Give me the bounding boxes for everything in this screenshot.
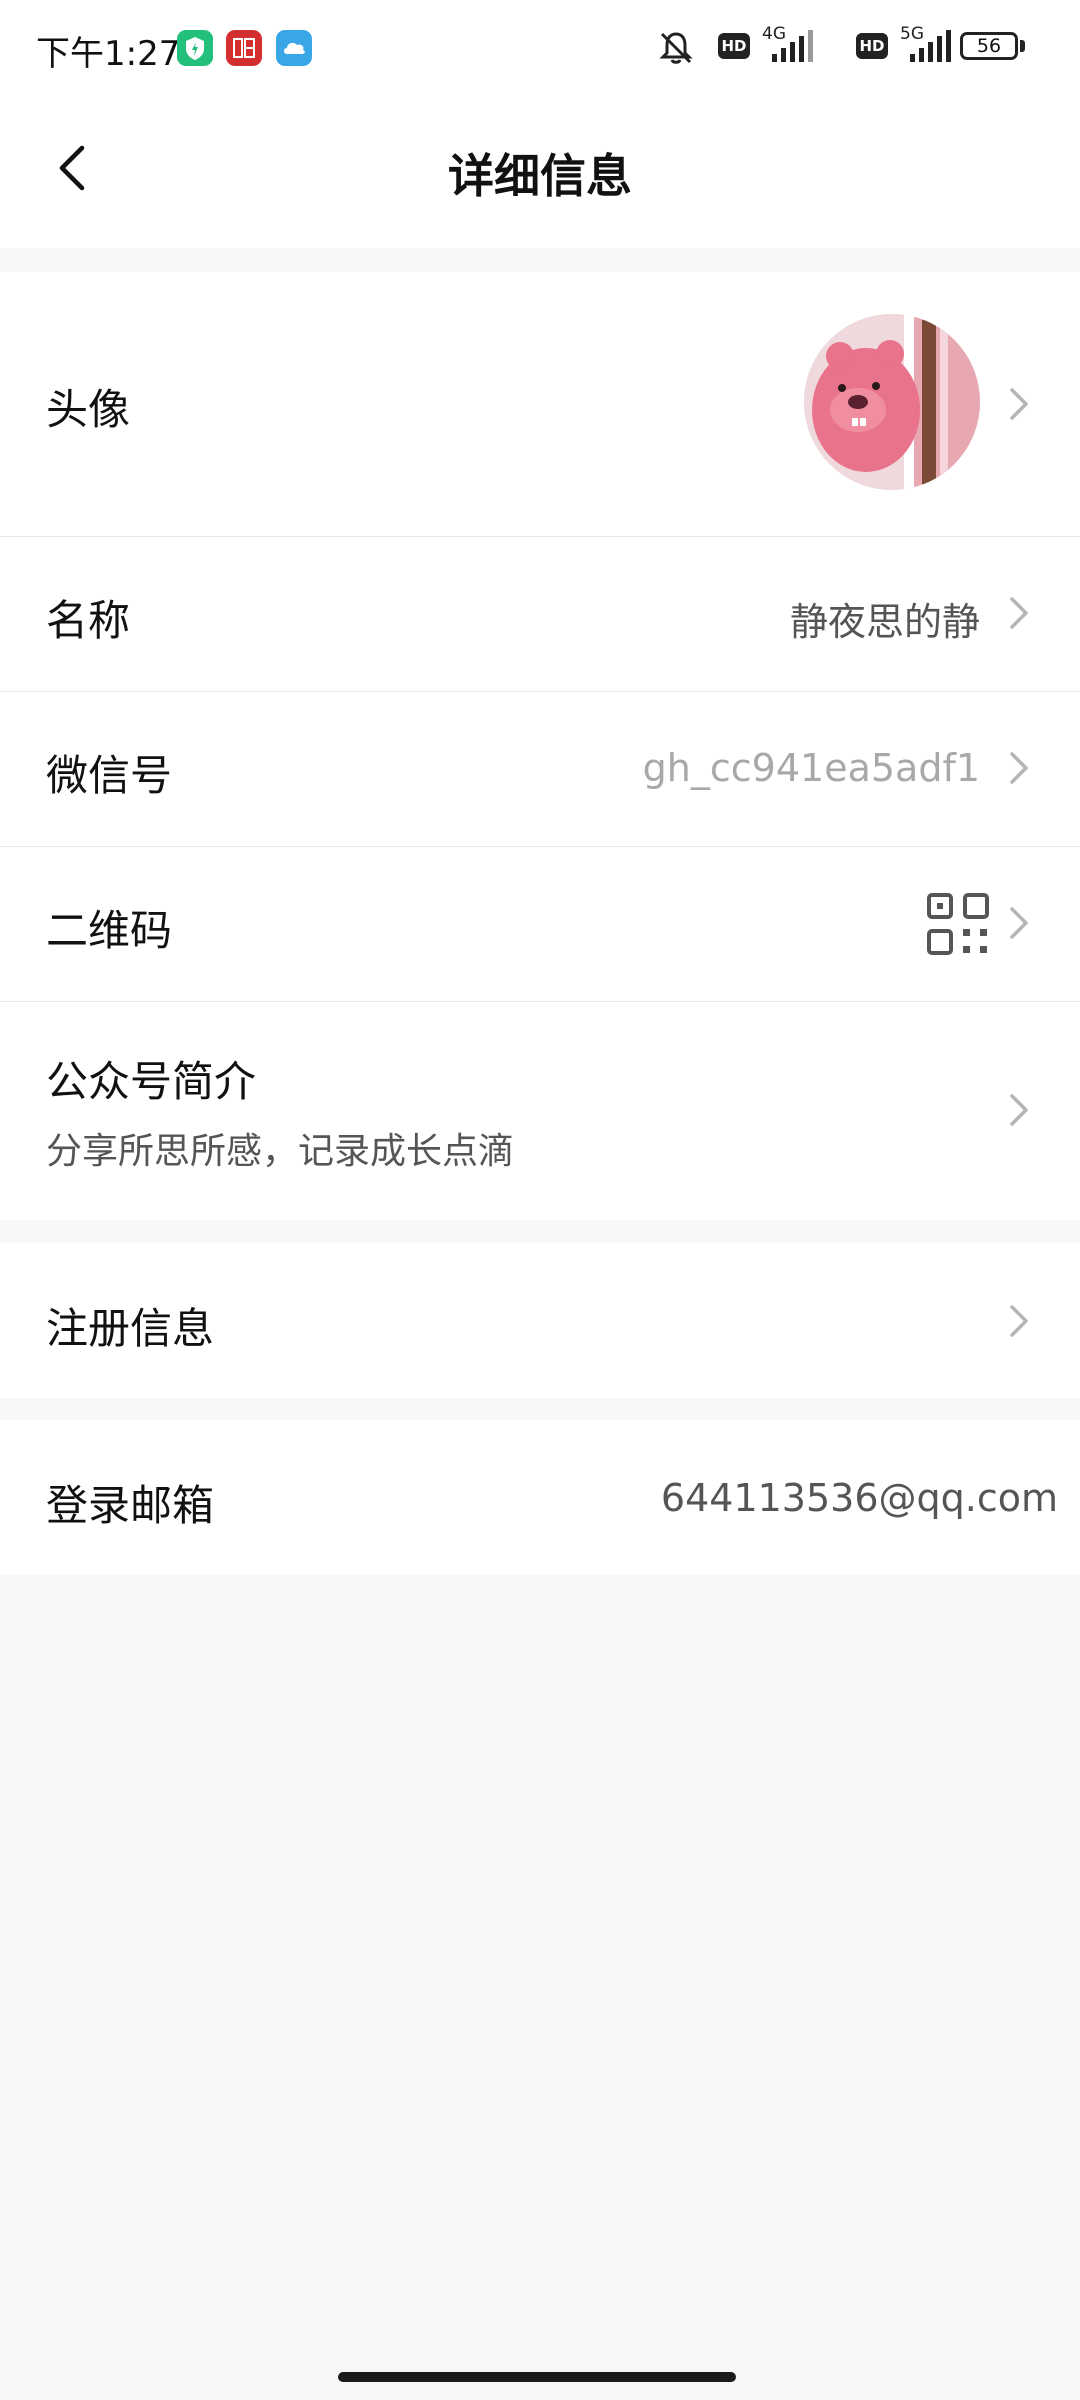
chevron-right-icon [1010,1094,1028,1126]
qr-code-icon [927,893,989,955]
page-title: 详细信息 [448,149,632,203]
red-app-icon [226,30,262,66]
wechat-id-value: gh_cc941ea5adf1 [642,746,980,790]
battery-level: 56 [976,35,1002,57]
register-info-section: 注册信息 [0,1243,1080,1398]
profile-info-section: 头像 名称 静夜思的静 微信号 gh_cc941ea5adf1 二维码 公众号简… [0,272,1080,1220]
chevron-right-icon [1010,907,1028,939]
chevron-right-icon [1010,388,1028,420]
home-indicator[interactable] [338,2372,736,2382]
name-label: 名称 [46,596,131,645]
status-bar: 下午1:27 HD 4G HD 5G 56 [0,0,1080,96]
chevron-right-icon [1010,597,1028,629]
login-email-label: 登录邮箱 [46,1481,215,1530]
avatar-row[interactable]: 头像 [0,272,1080,536]
name-row[interactable]: 名称 静夜思的静 [0,537,1080,691]
hd-badge: HD [856,33,888,59]
chevron-right-icon [1010,752,1028,784]
avatar-label: 头像 [46,385,131,434]
wechat-id-row[interactable]: 微信号 gh_cc941ea5adf1 [0,692,1080,846]
navigation-bar: 详细信息 [0,96,1080,248]
security-app-icon [177,30,213,66]
battery-tip [1020,40,1025,52]
login-email-row: 登录邮箱 644113536@qq.com [0,1420,1080,1575]
qr-code-row[interactable]: 二维码 [0,847,1080,1001]
avatar[interactable] [804,314,980,490]
register-info-label: 注册信息 [46,1304,215,1353]
chevron-right-icon [1010,1305,1028,1337]
notification-muted-icon [659,32,693,64]
intro-label: 公众号简介 [46,1057,257,1106]
status-indicators: HD 4G HD 5G 56 [659,0,1080,96]
login-email-section: 登录邮箱 644113536@qq.com [0,1420,1080,1575]
battery-icon: 56 [960,32,1018,60]
signal-strength-icon [910,30,951,62]
status-time: 下午1:27 [36,34,181,74]
intro-value: 分享所思所感，记录成长点滴 [46,1131,515,1172]
cloud-app-icon [276,30,312,66]
wechat-id-label: 微信号 [46,751,173,800]
intro-row[interactable]: 公众号简介 分享所思所感，记录成长点滴 [0,1002,1080,1220]
name-value: 静夜思的静 [789,600,980,644]
login-email-value: 644113536@qq.com [660,1476,1058,1520]
register-info-row[interactable]: 注册信息 [0,1243,1080,1398]
hd-badge: HD [718,33,750,59]
qr-code-label: 二维码 [46,906,173,955]
signal-strength-icon [772,30,813,62]
